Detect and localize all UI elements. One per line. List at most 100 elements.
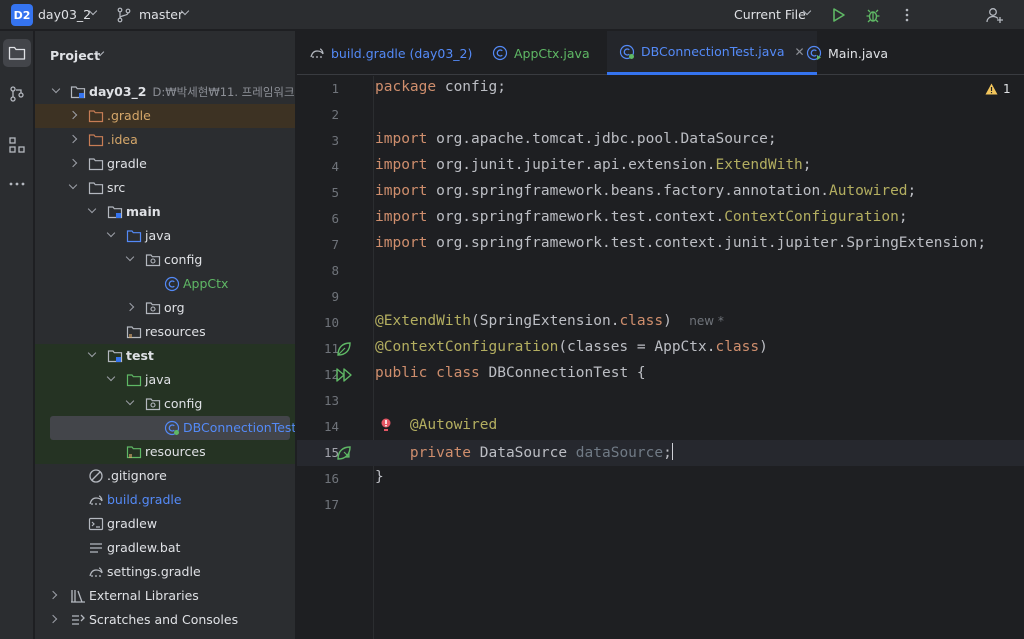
expand-arrow-icon[interactable]: [87, 348, 97, 358]
code-line[interactable]: 2: [297, 102, 1024, 128]
tree-item-build-gradle[interactable]: build.gradle: [35, 488, 295, 512]
code-line[interactable]: 4 import org.junit.jupiter.api.extension…: [297, 154, 1024, 180]
expand-arrow-icon[interactable]: [106, 228, 116, 238]
tree-item-test-config[interactable]: config: [35, 392, 295, 416]
code-line[interactable]: 13: [297, 388, 1024, 414]
code-line[interactable]: 9: [297, 284, 1024, 310]
tree-item-test[interactable]: test: [35, 344, 295, 368]
tree-item-gradlew[interactable]: gradlew: [35, 512, 295, 536]
line-number: 1: [331, 81, 339, 96]
line-number: 5: [331, 185, 339, 200]
debug-icon[interactable]: [862, 4, 884, 26]
title-bar: D2 day03_2 master Current File: [0, 0, 1024, 30]
tree-item-test-java[interactable]: java: [35, 368, 295, 392]
expand-arrow-icon[interactable]: [125, 302, 135, 312]
code-line[interactable]: 11 @ContextConfiguration(classes = AppCt…: [297, 336, 1024, 362]
gradle-file-icon: [89, 567, 103, 577]
tree-item-main-resources[interactable]: resources: [35, 320, 295, 344]
line-number: 8: [331, 263, 339, 278]
tree-item-gradle[interactable]: gradle: [35, 152, 295, 176]
editor-tabs: build.gradle (day03_2) AppCtx.java DBCon…: [297, 31, 1024, 75]
project-path-hint: D:₩박세현₩11. 프레임워크 3: [152, 85, 296, 99]
tree-item-day03-2[interactable]: day03_2 D:₩박세현₩11. 프레임워크 3: [35, 80, 296, 104]
tree-item-main-java[interactable]: java: [35, 224, 295, 248]
tree-item-scratches[interactable]: Scratches and Consoles: [35, 608, 295, 632]
tab-build-gradle[interactable]: build.gradle (day03_2): [309, 31, 472, 75]
code-line[interactable]: 8: [297, 258, 1024, 284]
tree-item-dbconnectiontest[interactable]: DBConnectionTest: [50, 416, 295, 440]
project-panel-title[interactable]: Project: [50, 48, 100, 63]
code-line[interactable]: 10 @ExtendWith(SpringExtension.class) ne…: [297, 310, 1024, 336]
tab-label: AppCtx.java: [514, 45, 590, 61]
shell-file-icon: [88, 517, 104, 531]
more-icon[interactable]: [896, 4, 918, 26]
expand-arrow-icon[interactable]: [125, 396, 135, 406]
tree-item-label: Scratches and Consoles: [89, 612, 239, 627]
tab-main[interactable]: Main.java: [806, 31, 888, 75]
expand-arrow-icon[interactable]: [68, 110, 78, 120]
spring-bean-icon[interactable]: [335, 340, 353, 358]
tree-item-appctx[interactable]: AppCtx: [35, 272, 295, 296]
folder-icon: [88, 158, 104, 171]
tree-item-external-libraries[interactable]: External Libraries: [35, 584, 295, 608]
add-user-icon[interactable]: [984, 4, 1006, 26]
project-name[interactable]: day03_2: [38, 7, 91, 22]
inspection-widget[interactable]: 1: [985, 82, 1011, 96]
module-folder-icon: [107, 206, 123, 219]
code-line[interactable]: 16 }: [297, 466, 1024, 492]
code-line[interactable]: 6 import org.springframework.test.contex…: [297, 206, 1024, 232]
tree-item-label: config: [164, 396, 203, 411]
expand-arrow-icon[interactable]: [87, 204, 97, 214]
tree-item-gradle-cache[interactable]: .gradle: [35, 104, 295, 128]
code-line[interactable]: 17: [297, 492, 1024, 518]
branch-icon[interactable]: [113, 4, 135, 26]
code-line[interactable]: 3 import org.apache.tomcat.jdbc.pool.Dat…: [297, 128, 1024, 154]
close-icon[interactable]: ✕: [795, 45, 805, 59]
class-icon: [164, 276, 180, 292]
line-number: 6: [331, 211, 339, 226]
project-folder-icon[interactable]: [3, 39, 31, 67]
tree-item-src[interactable]: src: [35, 176, 295, 200]
code-editor[interactable]: 1 package config; 2 3 import org.apache.…: [297, 76, 1024, 639]
expand-arrow-icon[interactable]: [125, 252, 135, 262]
tree-item-test-resources[interactable]: resources: [35, 440, 295, 464]
tree-item-settings-gradle[interactable]: settings.gradle: [35, 560, 295, 584]
expand-arrow-icon[interactable]: [48, 590, 58, 600]
tree-item-main-config[interactable]: config: [35, 248, 295, 272]
expand-arrow-icon[interactable]: [68, 180, 78, 190]
run-tests-icon[interactable]: [335, 366, 353, 384]
code-line-current[interactable]: 15 private DataSource dataSource;: [297, 440, 1024, 466]
autowired-navigate-icon[interactable]: [335, 444, 353, 462]
expand-arrow-icon[interactable]: [68, 158, 78, 168]
commit-icon[interactable]: [3, 80, 31, 108]
library-icon: [71, 590, 85, 603]
expand-arrow-icon[interactable]: [51, 84, 61, 94]
code-line[interactable]: 12 public class DBConnectionTest {: [297, 362, 1024, 388]
code-line[interactable]: 5 import org.springframework.beans.facto…: [297, 180, 1024, 206]
tree-item-gradlew-bat[interactable]: gradlew.bat: [35, 536, 295, 560]
code-line[interactable]: 7 import org.springframework.test.contex…: [297, 232, 1024, 258]
expand-arrow-icon[interactable]: [106, 372, 116, 382]
tree-item-label: .gitignore: [107, 468, 167, 483]
line-number: 14: [323, 419, 339, 434]
tab-appctx[interactable]: AppCtx.java: [492, 31, 590, 75]
expand-arrow-icon[interactable]: [68, 134, 78, 144]
source-folder-icon: [126, 230, 142, 243]
project-badge[interactable]: D2: [11, 4, 33, 26]
tree-item-org[interactable]: org: [35, 296, 295, 320]
tab-dbconnectiontest[interactable]: DBConnectionTest.java ✕: [607, 31, 817, 75]
tree-item-gitignore[interactable]: .gitignore: [35, 464, 295, 488]
expand-arrow-icon[interactable]: [48, 614, 58, 624]
structure-icon[interactable]: [3, 131, 31, 159]
tree-item-label: .gradle: [107, 108, 151, 123]
more-tools-icon[interactable]: [3, 170, 31, 198]
ignore-file-icon: [89, 469, 103, 483]
tree-item-main[interactable]: main: [35, 200, 295, 224]
run-icon[interactable]: [828, 4, 850, 26]
branch-name[interactable]: master: [139, 7, 183, 22]
code-line[interactable]: 14 @Autowired: [297, 414, 1024, 440]
run-config-selector[interactable]: Current File: [734, 7, 806, 22]
gradle-file-icon: [89, 495, 103, 505]
code-line[interactable]: 1 package config;: [297, 76, 1024, 102]
tree-item-idea[interactable]: .idea: [35, 128, 295, 152]
